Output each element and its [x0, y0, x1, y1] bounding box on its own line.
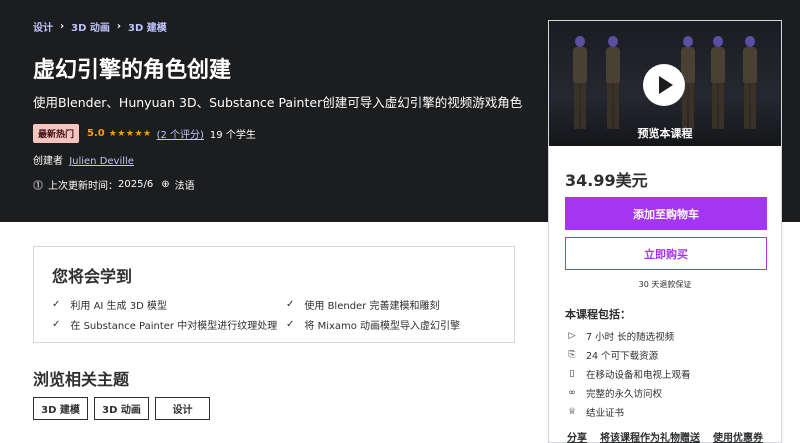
check-icon: ✓ [286, 299, 295, 310]
student-count: 19 个学生 [209, 130, 256, 141]
include-item-text: 在移动设备和电视上观看 [586, 370, 691, 381]
money-back-guarantee: 30 天退款保证 [638, 280, 692, 289]
gift-course-link[interactable]: 将该课程作为礼物赠送 [600, 429, 700, 443]
download-file-icon: ⎘ [568, 350, 576, 360]
include-item: ∞ 完整的永久访问权 [565, 386, 662, 400]
include-item: ⎘ 24 个可下载资源 [565, 348, 658, 362]
breadcrumb-item-3d-animation[interactable]: 3D 动画 [71, 19, 110, 34]
mobile-icon: ▯ [569, 369, 575, 379]
creator-label: 创建者 [33, 156, 63, 167]
include-item-text: 结业证书 [586, 408, 625, 419]
course-subtitle: 使用Blender、Hunyuan 3D、Substance Painter创建… [33, 95, 523, 110]
check-icon: ✓ [52, 299, 61, 310]
purchase-card: 预览本课程 34.99美元 添加至购物车 立即购买 30 天退款保证 本课程包括… [548, 20, 782, 443]
learn-item: ✓ 在 Substance Painter 中对模型进行纹理处理 [52, 317, 277, 332]
include-item-text: 完整的永久访问权 [586, 389, 663, 400]
updated-label: 上次更新时间： [48, 181, 118, 192]
star-rating-icon: ★★★★★ [108, 128, 152, 139]
rating-row: 最新热门 5.0 ★★★★★ (2 个评分) 19 个学生 [33, 124, 256, 143]
topic-design[interactable]: 设计 [155, 397, 210, 420]
play-icon[interactable] [643, 64, 685, 106]
character-figure [709, 36, 727, 131]
check-icon: ✓ [286, 319, 295, 330]
course-title: 虚幻引擎的角色创建 [33, 58, 232, 83]
what-you-will-learn: 您将会学到 ✓ 利用 AI 生成 3D 模型 ✓ 使用 Blender 完善建模… [33, 246, 515, 343]
learn-item-text: 将 Mixamo 动画模型导入虚幻引擎 [304, 321, 461, 332]
include-item-text: 24 个可下载资源 [586, 351, 659, 362]
status-badge: 最新热门 [33, 124, 80, 143]
language: 法语 [174, 181, 195, 192]
alert-clock-icon: ⓵ [33, 181, 43, 192]
check-icon: ✓ [52, 319, 61, 330]
buy-now-button[interactable]: 立即购买 [565, 237, 767, 270]
include-item-text: 7 小时 长的随选视频 [586, 332, 675, 343]
related-topics-title: 浏览相关主题 [33, 370, 130, 389]
chevron-right-icon: › [60, 21, 65, 32]
preview-label: 预览本课程 [637, 127, 693, 140]
learn-item: ✓ 将 Mixamo 动画模型导入虚幻引擎 [286, 317, 460, 332]
character-figure [571, 36, 589, 131]
breadcrumb: 设计 › 3D 动画 › 3D 建模 [33, 19, 167, 34]
creator-row: 创建者 Julien Deville [33, 152, 134, 167]
learn-item: ✓ 利用 AI 生成 3D 模型 [52, 297, 167, 312]
infinity-icon: ∞ [568, 388, 576, 398]
topic-3d-animation[interactable]: 3D 动画 [94, 397, 149, 420]
apply-coupon-link[interactable]: 使用优惠券 [713, 429, 763, 443]
learn-title: 您将会学到 [52, 267, 133, 286]
related-topics: 3D 建模 3D 动画 设计 [33, 397, 216, 420]
learn-item-text: 使用 Blender 完善建模和雕刻 [304, 301, 440, 312]
rating-value: 5.0 [87, 128, 105, 139]
globe-icon: ⊕ [161, 179, 170, 190]
include-item: ▯ 在移动设备和电视上观看 [565, 367, 691, 381]
include-item: ♕ 结业证书 [565, 405, 624, 419]
includes-title: 本课程包括： [565, 308, 631, 321]
meta-row: ⓵ 上次更新时间： 2025/6 ⊕ 法语 [33, 177, 195, 192]
learn-item-text: 利用 AI 生成 3D 模型 [70, 301, 167, 312]
card-actions: 分享 将该课程作为礼物赠送 使用优惠券 [567, 429, 776, 443]
breadcrumb-item-design[interactable]: 设计 [33, 19, 53, 34]
trophy-icon: ♕ [567, 407, 577, 417]
creator-link[interactable]: Julien Deville [69, 156, 134, 167]
add-to-cart-button[interactable]: 添加至购物车 [565, 197, 767, 230]
include-item: ▷ 7 小时 长的随选视频 [565, 329, 675, 343]
updated-date: 2025/6 [118, 179, 154, 190]
share-link[interactable]: 分享 [567, 429, 587, 443]
character-figure [741, 36, 759, 131]
character-figure [604, 36, 622, 131]
course-price: 34.99美元 [565, 171, 648, 190]
video-icon: ▷ [568, 331, 576, 341]
course-preview[interactable]: 预览本课程 [549, 21, 781, 146]
breadcrumb-item-3d-modeling[interactable]: 3D 建模 [128, 19, 167, 34]
learn-item-text: 在 Substance Painter 中对模型进行纹理处理 [70, 321, 278, 332]
topic-3d-modeling[interactable]: 3D 建模 [33, 397, 88, 420]
rating-count-link[interactable]: (2 个评分) [157, 126, 204, 141]
learn-item: ✓ 使用 Blender 完善建模和雕刻 [286, 297, 440, 312]
chevron-right-icon: › [116, 21, 121, 32]
